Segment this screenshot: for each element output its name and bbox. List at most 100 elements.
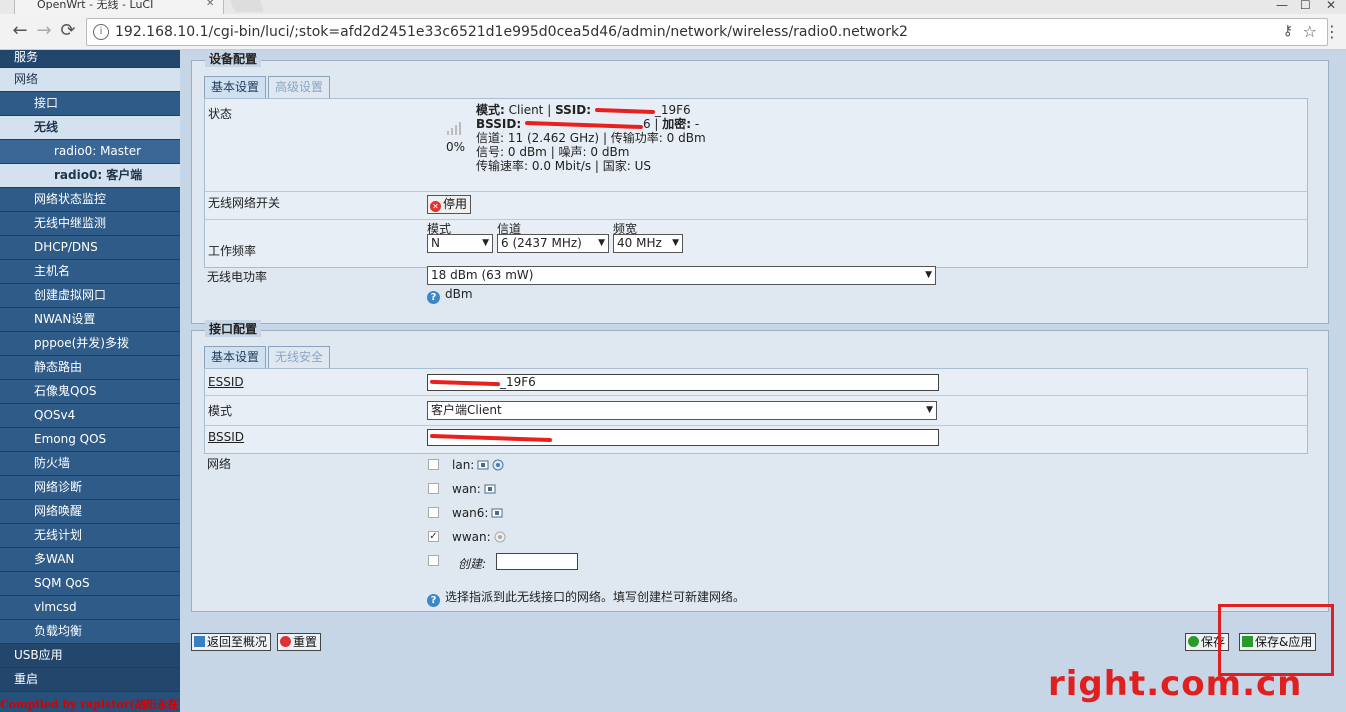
browser-menu-icon[interactable]: ⋮	[1324, 22, 1340, 41]
sidebar-item-dhcp-dns[interactable]: DHCP/DNS	[0, 236, 180, 260]
star-icon[interactable]: ☆	[1303, 22, 1317, 41]
hwmode-select[interactable]: N ▼	[427, 234, 493, 253]
status-channel-value: 11 (2.462 GHz)	[507, 131, 600, 145]
network-wwan-checkbox[interactable]: ✓	[428, 531, 439, 542]
ethernet-port-icon	[491, 508, 503, 518]
info-icon[interactable]: i	[93, 24, 109, 40]
network-help: ? 选择指派到此无线接口的网络。填写创建栏可新建网络。	[427, 588, 745, 607]
sidebar-item-services[interactable]: 服务	[0, 50, 180, 68]
dropdown-arrow-icon: ▼	[925, 270, 932, 280]
sidebar-item-vlmcsd[interactable]: vlmcsd	[0, 596, 180, 620]
sidebar-item-pppoe[interactable]: pppoe(并发)多拨	[0, 332, 180, 356]
bssid-row: BSSID	[205, 425, 1307, 455]
channel-width-select[interactable]: 40 MHz ▼	[613, 234, 683, 253]
create-network-input[interactable]	[496, 553, 578, 570]
network-lan: lan:	[452, 458, 504, 472]
sidebar-item-radio0-client[interactable]: radio0: 客户端	[0, 164, 180, 188]
sidebar-item-interfaces[interactable]: 接口	[0, 92, 180, 116]
txpower-select[interactable]: 18 dBm (63 mW) ▼	[427, 266, 936, 285]
new-tab-button[interactable]	[229, 0, 265, 12]
frequency-label: 工作频率	[208, 244, 257, 258]
sidebar-item-emong-qos[interactable]: Emong QOS	[0, 428, 180, 452]
mode-row: 模式 客户端Client ▼	[205, 395, 1307, 425]
save-icon	[1188, 636, 1199, 647]
sidebar-item-sqm-qos[interactable]: SQM QoS	[0, 572, 180, 596]
sidebar-item-nwan[interactable]: NWAN设置	[0, 308, 180, 332]
sidebar-item-net-monitor[interactable]: 网络状态监控	[0, 188, 180, 212]
txpower-label: 无线电功率	[207, 270, 268, 284]
status-channel-key: 信道:	[476, 131, 505, 145]
sidebar-menu: 服务 网络 接口 无线 radio0: Master radio0: 客户端 网…	[0, 50, 180, 712]
address-bar[interactable]: i 192.168.10.1/cgi-bin/luci/;stok=afd2d2…	[86, 18, 1328, 46]
status-rate-value: 0.0 Mbit/s	[531, 159, 592, 173]
network-create-checkbox[interactable]	[428, 555, 439, 566]
stop-icon: ✕	[430, 201, 441, 212]
browser-tab[interactable]: OpenWrt - 无线 - LuCI	[14, 0, 224, 14]
ethernet-port-icon	[484, 484, 496, 494]
iface-basic-section: ESSID _19F6 模式 客户端Client ▼ BSSID	[204, 368, 1308, 454]
minimize-icon[interactable]: —	[1276, 0, 1288, 12]
status-mode-key: 模式:	[476, 103, 505, 117]
status-country-value: US	[634, 159, 652, 173]
maximize-icon[interactable]: ☐	[1300, 0, 1311, 12]
back-arrow-icon[interactable]: ←	[8, 20, 32, 44]
status-label: 状态	[208, 107, 233, 121]
channel-select[interactable]: 6 (2437 MHz) ▼	[497, 234, 609, 253]
redaction-mark	[429, 433, 553, 442]
status-signal-key: 信号:	[476, 145, 505, 159]
sidebar-item-gargoyle-qos[interactable]: 石像鬼QOS	[0, 380, 180, 404]
sidebar-item-hostnames[interactable]: 主机名	[0, 260, 180, 284]
close-tab-icon[interactable]: ✕	[206, 0, 214, 9]
sidebar-item-wireless[interactable]: 无线	[0, 116, 180, 140]
status-ssid-key: SSID:	[555, 103, 592, 117]
iface-config-legend: 接口配置	[205, 320, 262, 337]
redaction-mark	[524, 120, 643, 129]
sidebar-item-relay-monitor[interactable]: 无线中继监测	[0, 212, 180, 236]
sidebar-item-qosv4[interactable]: QOSv4	[0, 404, 180, 428]
sidebar-item-virtual-iface[interactable]: 创建虚拟网口	[0, 284, 180, 308]
browser-toolbar: ← → ⟳ i 192.168.10.1/cgi-bin/luci/;stok=…	[0, 14, 1346, 50]
sidebar-item-firewall[interactable]: 防火墙	[0, 452, 180, 476]
device-basic-section: 状态 0% 模式: Client | SSID: _19F6 BSSID: 6 …	[204, 98, 1308, 268]
url-text[interactable]: 192.168.10.1/cgi-bin/luci/;stok=afd2d245…	[115, 24, 908, 40]
sidebar-item-reboot[interactable]: 重启	[0, 668, 180, 692]
sidebar-item-wol[interactable]: 网络唤醒	[0, 500, 180, 524]
network-lan-checkbox[interactable]	[428, 459, 439, 470]
sidebar-item-wifi-schedule[interactable]: 无线计划	[0, 524, 180, 548]
reset-button[interactable]: 重置	[277, 633, 322, 651]
device-tabs: 基本设置 高级设置	[204, 76, 332, 98]
tab-iface-basic[interactable]: 基本设置	[204, 346, 267, 368]
bssid-label: BSSID	[208, 430, 245, 444]
help-icon: ?	[427, 291, 440, 304]
iface-mode-select[interactable]: 客户端Client ▼	[427, 401, 937, 420]
key-icon[interactable]: ⚷	[1283, 23, 1293, 39]
close-window-icon[interactable]: ✕	[1326, 0, 1336, 12]
dropdown-arrow-icon: ▼	[926, 405, 933, 415]
wireless-switch-label: 无线网络开关	[208, 196, 281, 210]
tab-device-basic[interactable]: 基本设置	[204, 76, 267, 98]
back-icon	[194, 636, 205, 647]
tab-iface-security[interactable]: 无线安全	[268, 346, 331, 368]
sidebar-item-load-balance[interactable]: 负载均衡	[0, 620, 180, 644]
sidebar-item-static-routes[interactable]: 静态路由	[0, 356, 180, 380]
back-to-overview-button[interactable]: 返回至概况	[191, 633, 272, 651]
status-txpower-key: 传输功率:	[610, 131, 663, 145]
sidebar-item-multiwan[interactable]: 多WAN	[0, 548, 180, 572]
network-wan: wan:	[452, 482, 496, 496]
sidebar-item-diagnostics[interactable]: 网络诊断	[0, 476, 180, 500]
network-wan-checkbox[interactable]	[428, 483, 439, 494]
disable-wireless-button[interactable]: ✕ 停用	[427, 195, 472, 214]
bssid-input[interactable]	[427, 429, 939, 446]
redaction-mark	[594, 107, 655, 114]
forward-arrow-icon[interactable]: →	[32, 20, 56, 44]
tab-device-advanced[interactable]: 高级设置	[268, 76, 331, 98]
essid-input[interactable]: _19F6	[427, 374, 939, 391]
sidebar-item-radio0-master[interactable]: radio0: Master	[0, 140, 180, 164]
dropdown-arrow-icon: ▼	[672, 238, 679, 248]
reload-icon[interactable]: ⟳	[56, 20, 80, 44]
dropdown-arrow-icon: ▼	[598, 238, 605, 248]
signal-percent: 0%	[446, 140, 466, 154]
sidebar-item-network[interactable]: 网络	[0, 68, 180, 92]
sidebar-item-usb[interactable]: USB应用	[0, 644, 180, 668]
network-wan6-checkbox[interactable]	[428, 507, 439, 518]
